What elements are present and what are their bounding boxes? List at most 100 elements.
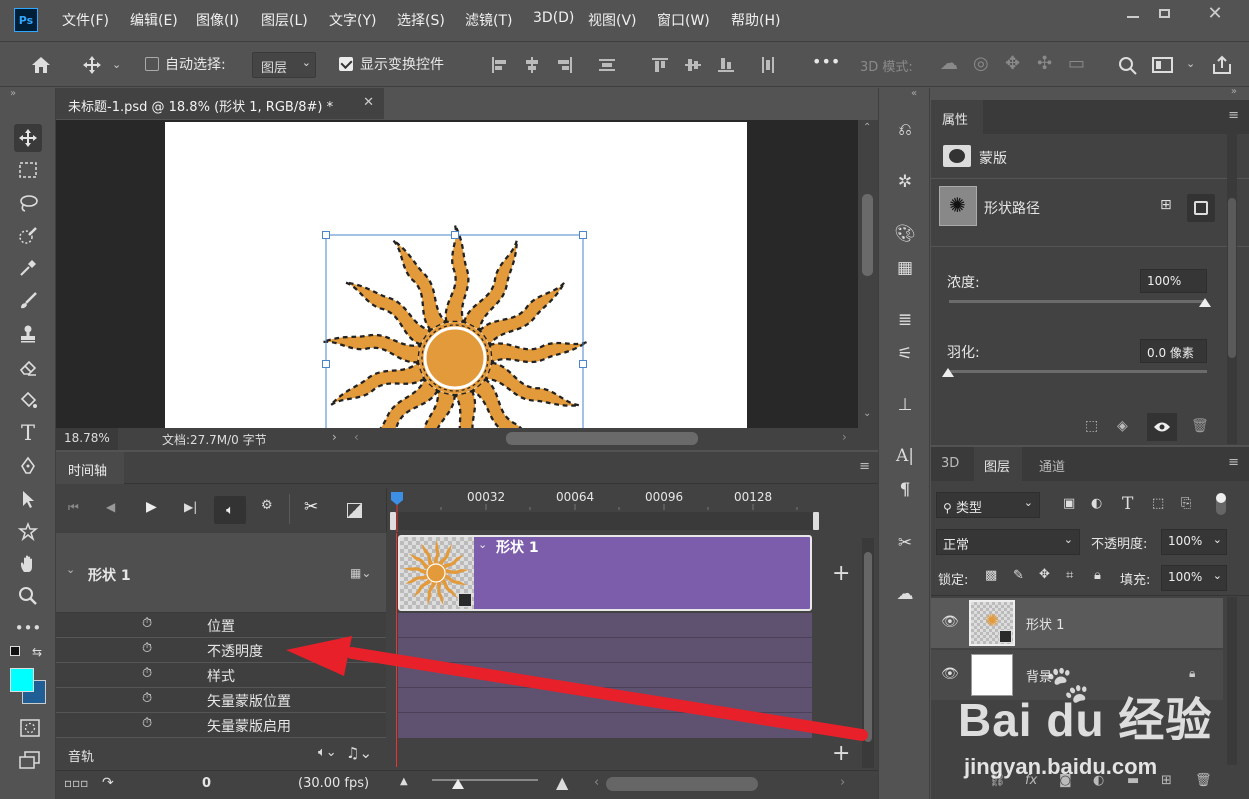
hand-tool-icon[interactable] bbox=[14, 550, 42, 578]
navigator-icon[interactable]: ✲ bbox=[893, 170, 917, 194]
swatches-grid-icon[interactable]: ▦ bbox=[893, 256, 917, 280]
density-slider[interactable] bbox=[949, 300, 1207, 303]
pen-tool-icon[interactable] bbox=[14, 452, 42, 480]
filter-toggle[interactable] bbox=[1216, 493, 1226, 515]
visibility-eye-icon[interactable]: 👁︎ bbox=[941, 614, 959, 630]
brush-tool-icon[interactable] bbox=[14, 287, 42, 315]
more-options-icon[interactable]: ••• bbox=[812, 52, 840, 71]
stopwatch-icon[interactable]: ⏱ bbox=[142, 716, 152, 731]
clone-source-icon[interactable]: ⊥ bbox=[893, 393, 917, 417]
property-row-style[interactable]: ⏱ 样式 bbox=[56, 663, 386, 688]
path-select-icon[interactable] bbox=[14, 485, 42, 513]
zoom-slider-thumb[interactable] bbox=[452, 779, 464, 789]
stopwatch-icon[interactable]: ⏱ bbox=[142, 666, 152, 681]
chevron-right-icon[interactable]: › bbox=[840, 775, 845, 790]
align-top-icon[interactable] bbox=[651, 56, 669, 74]
paint-bucket-icon[interactable] bbox=[14, 386, 42, 414]
tools-preset-icon[interactable]: ✂ bbox=[893, 531, 917, 555]
menu-layer[interactable]: 图层(L) bbox=[261, 10, 308, 30]
show-transform-checkbox[interactable] bbox=[339, 57, 353, 71]
blend-mode-dropdown[interactable]: 正常 ⌄ bbox=[936, 529, 1080, 555]
property-row-position[interactable]: ⏱ 位置 bbox=[56, 613, 386, 638]
density-field[interactable]: 100% bbox=[1140, 269, 1207, 293]
tab-layers[interactable]: 图层 bbox=[974, 447, 1022, 481]
audio-toggle-icon[interactable]: 🔈︎ bbox=[214, 496, 246, 524]
lasso-tool-icon[interactable] bbox=[14, 189, 42, 217]
density-slider-thumb[interactable] bbox=[1199, 298, 1211, 307]
canvas-vertical-scrollbar[interactable]: ⌃ ⌄ bbox=[858, 120, 878, 428]
transition-icon[interactable] bbox=[347, 503, 362, 518]
foreground-color-swatch[interactable] bbox=[10, 668, 34, 692]
canvas-area[interactable] bbox=[56, 120, 858, 428]
more-tools-icon[interactable]: ••• bbox=[14, 614, 42, 642]
scroll-thumb[interactable] bbox=[864, 552, 872, 742]
property-row-opacity[interactable]: ⏱ 不透明度 bbox=[56, 638, 386, 663]
distribute-icon[interactable] bbox=[598, 56, 616, 74]
filter-pixel-icon[interactable]: ▣ bbox=[1063, 496, 1075, 511]
apply-mask-icon[interactable]: ◈ bbox=[1117, 418, 1128, 434]
film-icon[interactable]: ▦⌄ bbox=[350, 566, 371, 580]
auto-select-checkbox[interactable] bbox=[145, 57, 159, 71]
move-tool-icon[interactable] bbox=[14, 124, 42, 152]
scroll-up-icon[interactable]: ⌃ bbox=[863, 122, 871, 133]
collapse-icon[interactable]: » bbox=[1231, 86, 1237, 97]
custom-shape-icon[interactable] bbox=[14, 518, 42, 546]
search-icon[interactable] bbox=[1118, 56, 1138, 76]
vector-mask-icon[interactable] bbox=[1187, 194, 1215, 222]
panel-menu-icon[interactable]: ≡ bbox=[859, 459, 870, 474]
timeline-ruler[interactable]: 00032 00064 00096 00128 bbox=[386, 488, 820, 532]
collapse-icon[interactable]: « bbox=[911, 88, 917, 99]
lock-paint-icon[interactable]: ✎ bbox=[1013, 568, 1024, 583]
zoom-in-icon[interactable]: ▲ bbox=[556, 773, 568, 792]
chevron-down-icon[interactable]: ⌄ bbox=[478, 538, 487, 551]
document-tab[interactable]: 未标题-1.psd @ 18.8% (形状 1, RGB/8#) * ✕ bbox=[56, 88, 384, 119]
stopwatch-icon[interactable]: ⏱ bbox=[142, 616, 152, 631]
feather-slider[interactable] bbox=[949, 370, 1207, 373]
menu-file[interactable]: 文件(F) bbox=[62, 10, 109, 30]
paragraph-icon[interactable]: ¶ bbox=[893, 478, 917, 502]
align-left-icon[interactable] bbox=[490, 56, 508, 74]
menu-3d[interactable]: 3D(D) bbox=[533, 10, 574, 26]
split-scissors-icon[interactable]: ✂ bbox=[304, 497, 318, 517]
workspace-icon[interactable] bbox=[1152, 56, 1174, 74]
panel-menu-icon[interactable]: ≡ bbox=[1228, 108, 1239, 123]
visibility-eye-icon[interactable] bbox=[1147, 413, 1177, 441]
timeline-tab[interactable]: 时间轴 bbox=[56, 452, 124, 484]
quick-mask-icon[interactable] bbox=[16, 714, 44, 742]
type-tool-icon[interactable]: T bbox=[14, 419, 42, 447]
menu-type[interactable]: 文字(Y) bbox=[329, 10, 376, 30]
audio-track-row[interactable]: 音轨 🔈︎⌄ ♫⌄ bbox=[56, 742, 386, 768]
collapse-icon[interactable]: » bbox=[10, 88, 16, 99]
feather-field[interactable]: 0.0 像素 bbox=[1140, 339, 1207, 363]
add-media-icon[interactable]: + bbox=[832, 561, 850, 586]
menu-filter[interactable]: 滤镜(T) bbox=[465, 10, 512, 30]
delete-mask-icon[interactable]: 🗑︎ bbox=[1191, 418, 1209, 434]
home-icon[interactable] bbox=[30, 55, 52, 75]
chevron-right-icon[interactable]: › bbox=[332, 430, 337, 444]
menu-window[interactable]: 窗口(W) bbox=[657, 10, 710, 30]
default-colors-icon[interactable] bbox=[10, 646, 20, 656]
stamp-tool-icon[interactable] bbox=[14, 320, 42, 348]
property-row-mask-position[interactable]: ⏱ 矢量蒙版位置 bbox=[56, 688, 386, 713]
scroll-down-icon[interactable]: ⌄ bbox=[863, 408, 871, 419]
zoom-slider[interactable] bbox=[432, 779, 538, 781]
lock-all-icon[interactable]: 🔒︎ bbox=[1094, 568, 1101, 583]
stopwatch-icon[interactable]: ⏱ bbox=[142, 641, 152, 656]
creative-cloud-icon[interactable]: ☁ bbox=[893, 582, 917, 606]
zoom-tool-icon[interactable] bbox=[14, 582, 42, 610]
vector-mask-thumbnail[interactable]: ✺ bbox=[939, 186, 977, 226]
sun-shape[interactable] bbox=[165, 122, 747, 428]
history-icon[interactable]: ⎌ bbox=[893, 118, 917, 142]
filter-type-icon[interactable]: T bbox=[1122, 494, 1133, 514]
render-video-icon[interactable]: ↷ bbox=[102, 775, 114, 791]
next-frame-icon[interactable]: ▶︎| bbox=[184, 500, 197, 514]
scroll-thumb[interactable] bbox=[862, 194, 873, 276]
music-note-icon[interactable]: ♫⌄ bbox=[346, 744, 372, 762]
panel-menu-icon[interactable]: ≡ bbox=[1228, 455, 1239, 470]
filter-shape-icon[interactable]: ⬚ bbox=[1152, 496, 1164, 511]
close-window-icon[interactable]: ✕ bbox=[1196, 0, 1234, 26]
play-icon[interactable]: ▶ bbox=[146, 499, 157, 515]
speaker-icon[interactable]: 🔈︎⌄ bbox=[318, 745, 337, 760]
menu-view[interactable]: 视图(V) bbox=[588, 10, 637, 30]
brushes-icon[interactable]: ⚟ bbox=[893, 342, 917, 366]
